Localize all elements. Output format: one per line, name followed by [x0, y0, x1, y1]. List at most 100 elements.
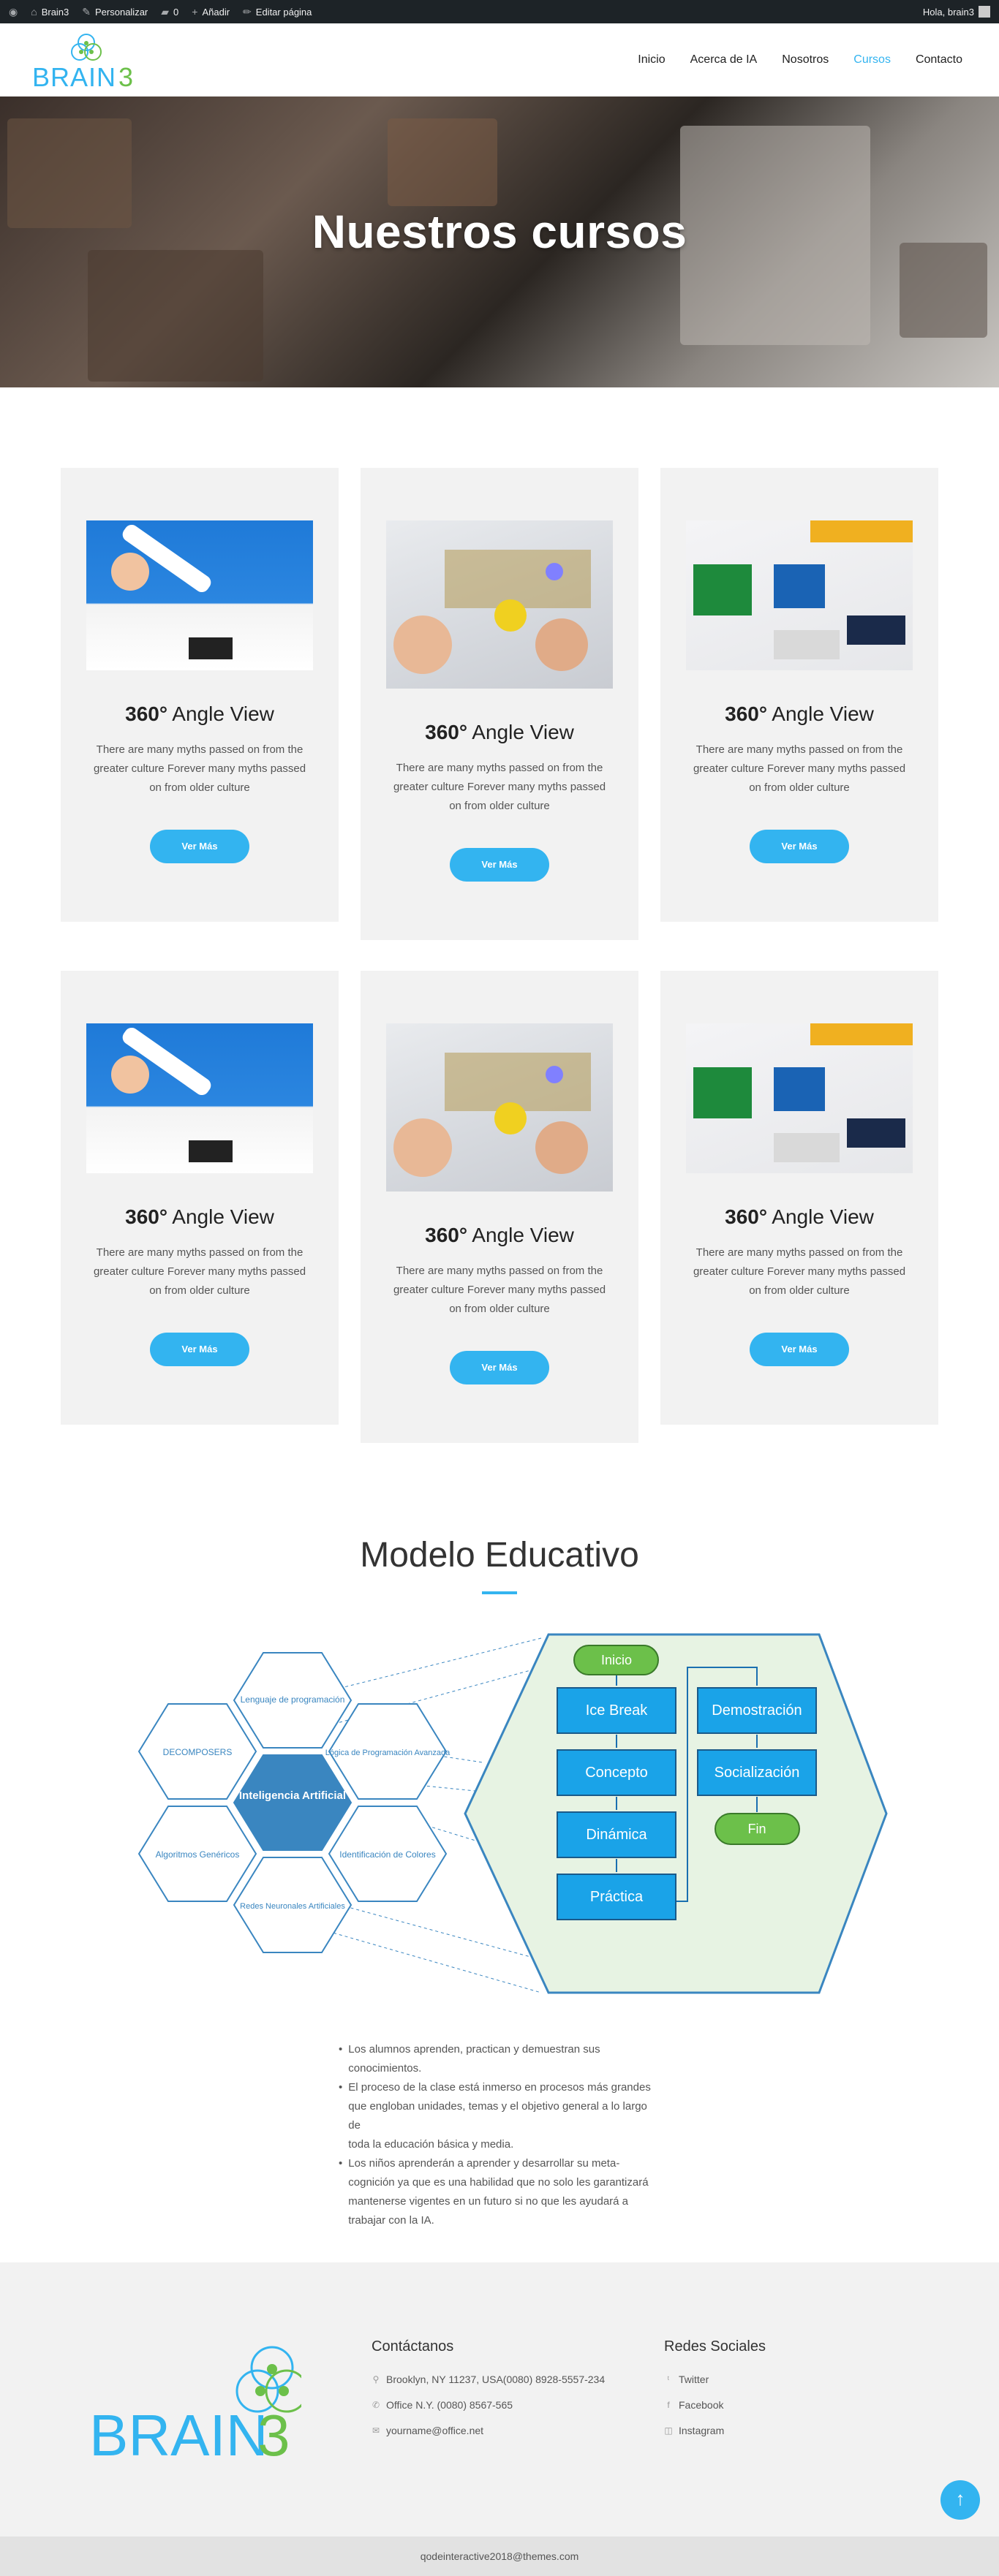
- course-description: There are many myths passed on from the …: [93, 743, 306, 794]
- title-underline: [482, 1591, 517, 1594]
- course-description: There are many myths passed on from the …: [693, 1246, 906, 1297]
- nav-item-acerca-de-ia[interactable]: Acerca de IA: [690, 53, 758, 67]
- course-card: 360° Angle View There are many myths pas…: [361, 971, 638, 1443]
- course-image: [386, 1023, 613, 1192]
- bullet-text: Los alumnos aprenden, practican y demues…: [348, 2043, 600, 2075]
- footer-logo[interactable]: BRAIN 3: [89, 2338, 309, 2468]
- contact-title: Contáctanos: [372, 2338, 454, 2355]
- main-nav: Inicio Acerca de IA Nosotros Cursos Cont…: [638, 53, 962, 67]
- social-label: Instagram: [679, 2425, 725, 2436]
- admin-site-label: Brain3: [41, 6, 69, 18]
- wordpress-icon[interactable]: ◉: [9, 6, 18, 18]
- admin-site-link[interactable]: ⌂ Brain3: [31, 6, 69, 18]
- hero-banner: Nuestros cursos: [0, 96, 999, 387]
- social-title: Redes Sociales: [664, 2338, 766, 2355]
- facebook-icon: f: [667, 2400, 670, 2410]
- hero-title: Nuestros cursos: [312, 205, 687, 258]
- flow-step-label: Demostración: [712, 1702, 802, 1719]
- flow-step-label: Dinámica: [586, 1827, 647, 1843]
- location-pin-icon: ⚲: [372, 2374, 380, 2384]
- course-image: [686, 520, 913, 670]
- course-description: There are many myths passed on from the …: [693, 743, 906, 794]
- email-item[interactable]: ✉ yourname@office.net: [372, 2418, 605, 2444]
- flow-step-label: Ice Break: [586, 1702, 648, 1719]
- svg-text:BRAIN: BRAIN: [32, 62, 116, 89]
- modelo-bullets: • Los alumnos aprenden, practican y demue…: [339, 2040, 660, 2230]
- list-item: • Los niños aprenderán a aprender y desar…: [339, 2154, 660, 2230]
- list-item: • Los alumnos aprenden, practican y demue…: [339, 2040, 660, 2078]
- nav-item-nosotros[interactable]: Nosotros: [782, 53, 829, 67]
- course-image: [686, 1023, 913, 1173]
- course-description: There are many myths passed on from the …: [393, 1265, 606, 1315]
- site-logo[interactable]: BRAIN 3: [31, 31, 140, 89]
- brain3-logo-icon: BRAIN 3: [32, 34, 133, 89]
- svg-text:3: 3: [257, 2403, 290, 2463]
- copyright-bar: qodeinteractive2018@themes.com: [0, 2537, 999, 2576]
- flow-step-label: Socialización: [715, 1765, 800, 1781]
- course-title: 360° Angle View: [425, 1224, 574, 1246]
- paintbrush-icon: ✎: [82, 5, 91, 18]
- avatar: [979, 6, 990, 18]
- ver-mas-button[interactable]: Ver Más: [150, 1333, 249, 1366]
- ver-mas-button[interactable]: Ver Más: [150, 830, 249, 863]
- course-description: There are many myths passed on from the …: [93, 1246, 306, 1297]
- nav-item-cursos[interactable]: Cursos: [853, 53, 891, 67]
- hex-bottom-right-label: Identificación de Colores: [339, 1849, 435, 1860]
- admin-edit-label: Editar página: [255, 6, 312, 18]
- admin-account-link[interactable]: Hola, brain3: [923, 6, 990, 18]
- comment-icon: ▰: [161, 5, 170, 18]
- admin-customize-link[interactable]: ✎ Personalizar: [82, 6, 148, 18]
- admin-add-label: Añadir: [202, 6, 230, 18]
- home-icon: ⌂: [31, 6, 37, 18]
- social-link-facebook[interactable]: f Facebook: [664, 2393, 766, 2418]
- course-title: 360° Angle View: [125, 702, 274, 725]
- nav-item-contacto[interactable]: Contacto: [916, 53, 962, 67]
- social-link-instagram[interactable]: ◫ Instagram: [664, 2418, 766, 2444]
- pencil-icon: ✏: [243, 5, 252, 18]
- site-header: BRAIN 3 Inicio Acerca de IA Nosotros Cur…: [0, 23, 999, 96]
- admin-add-link[interactable]: + Añadir: [192, 6, 230, 18]
- hex-top-label: Lenguaje de programación: [241, 1694, 345, 1705]
- course-card: 360° Angle View There are many myths pas…: [660, 971, 938, 1425]
- phone-text: Office N.Y. (0080) 8567-565: [386, 2399, 513, 2411]
- contact-column: Contáctanos ⚲ Brooklyn, NY 11237, USA(008…: [372, 2338, 605, 2444]
- scroll-to-top-button[interactable]: ↑: [940, 2480, 980, 2520]
- course-description: There are many myths passed on from the …: [393, 762, 606, 812]
- comments-count: 0: [173, 6, 179, 18]
- ver-mas-button[interactable]: Ver Más: [450, 848, 549, 882]
- site-footer: BRAIN 3 Contáctanos ⚲ Brooklyn, NY 11237,…: [0, 2262, 999, 2537]
- ver-mas-button[interactable]: Ver Más: [450, 1351, 549, 1384]
- mail-icon: ✉: [372, 2425, 380, 2436]
- social-label: Facebook: [679, 2399, 724, 2411]
- course-title: 360° Angle View: [125, 1205, 274, 1228]
- admin-greeting: Hola, brain3: [922, 6, 974, 18]
- admin-edit-link[interactable]: ✏ Editar página: [243, 6, 312, 18]
- hex-bottom-left-label: Algoritmos Genéricos: [156, 1849, 240, 1860]
- ver-mas-button[interactable]: Ver Más: [750, 830, 849, 863]
- email-text: yourname@office.net: [386, 2425, 484, 2436]
- flow-step-label: Concepto: [585, 1765, 648, 1781]
- modelo-title: Modelo Educativo: [360, 1536, 639, 1575]
- admin-comments-link[interactable]: ▰ 0: [161, 6, 178, 18]
- hex-left-label: DECOMPOSERS: [163, 1747, 233, 1757]
- modelo-section: Modelo Educativo Inteligencia Artificial…: [0, 1474, 999, 2230]
- twitter-icon: ᵗ: [667, 2374, 670, 2384]
- educational-model-diagram: Inteligencia Artificial Lenguaje de prog…: [0, 1624, 999, 2018]
- courses-row: 360° Angle View There are many myths pas…: [61, 468, 938, 940]
- nav-item-inicio[interactable]: Inicio: [638, 53, 665, 67]
- course-card: 360° Angle View There are many myths pas…: [361, 468, 638, 940]
- flow-step-label: Práctica: [590, 1889, 644, 1905]
- course-card: 360° Angle View There are many myths pas…: [660, 468, 938, 922]
- phone-icon: ✆: [372, 2400, 380, 2410]
- course-card: 360° Angle View There are many myths pas…: [61, 971, 339, 1425]
- ver-mas-button[interactable]: Ver Más: [750, 1333, 849, 1366]
- admin-bar: ◉ ⌂ Brain3 ✎ Personalizar ▰ 0 + Añadir ✏ Edit…: [0, 0, 999, 23]
- course-title: 360° Angle View: [425, 721, 574, 743]
- course-card: 360° Angle View There are many myths pas…: [61, 468, 339, 922]
- social-link-twitter[interactable]: ᵗ Twitter: [664, 2367, 766, 2393]
- svg-text:BRAIN: BRAIN: [89, 2403, 268, 2463]
- social-label: Twitter: [679, 2374, 709, 2385]
- svg-text:3: 3: [118, 62, 133, 89]
- courses-row: 360° Angle View There are many myths pas…: [61, 971, 938, 1443]
- instagram-icon: ◫: [664, 2425, 673, 2436]
